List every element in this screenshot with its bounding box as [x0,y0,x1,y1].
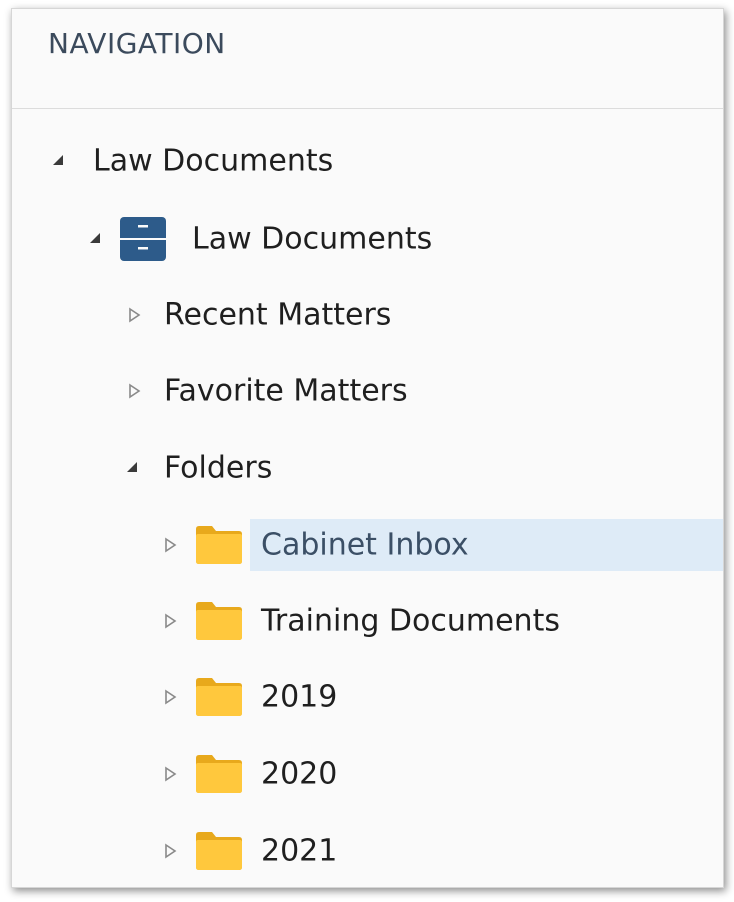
collapsed-caret-icon[interactable] [164,613,178,629]
expanded-caret-icon[interactable] [126,460,140,476]
collapsed-caret-icon[interactable] [128,307,142,323]
tree-item-favorite-matters[interactable]: Favorite Matters [12,365,723,417]
navigation-header: NAVIGATION [12,9,723,109]
collapsed-caret-icon[interactable] [164,689,178,705]
tree-item-label: Cabinet Inbox [261,527,469,563]
collapsed-caret-icon[interactable] [128,383,142,399]
expanded-caret-icon[interactable] [89,231,103,247]
folder-icon [194,601,244,641]
tree-item-label: Folders [164,450,273,486]
file-cabinet-icon [119,216,167,262]
folder-icon [194,677,244,717]
tree-item-recent-matters[interactable]: Recent Matters [12,289,723,341]
tree-item-label: Favorite Matters [164,373,408,409]
tree-item-label: 2020 [261,756,338,792]
tree-item-2021[interactable]: 2021 [12,825,723,877]
tree-item-cabinet-inbox[interactable]: Cabinet Inbox [12,519,723,571]
tree-item-label: 2021 [261,833,338,869]
tree-item-2020[interactable]: 2020 [12,748,723,800]
collapsed-caret-icon[interactable] [164,843,178,859]
tree-item-label: Recent Matters [164,297,392,333]
tree-item-training-documents[interactable]: Training Documents [12,595,723,647]
folder-icon [194,754,244,794]
tree-item-folders[interactable]: Folders [12,442,723,494]
folder-icon [194,525,244,565]
folder-icon [194,831,244,871]
tree-item-label: Law Documents [93,143,334,179]
tree-item-label: 2019 [261,679,338,715]
tree-item-law-documents-cabinet[interactable]: Law Documents [12,213,723,265]
collapsed-caret-icon[interactable] [164,766,178,782]
tree-item-label: Law Documents [192,221,433,257]
tree-item-law-documents-root[interactable]: Law Documents [12,135,723,187]
tree-item-2019[interactable]: 2019 [12,671,723,723]
expanded-caret-icon[interactable] [52,153,66,169]
navigation-title: NAVIGATION [48,27,226,60]
collapsed-caret-icon[interactable] [164,537,178,553]
tree-item-label: Training Documents [261,603,560,639]
navigation-panel: NAVIGATION Law Documents Law Documents R… [11,8,724,888]
